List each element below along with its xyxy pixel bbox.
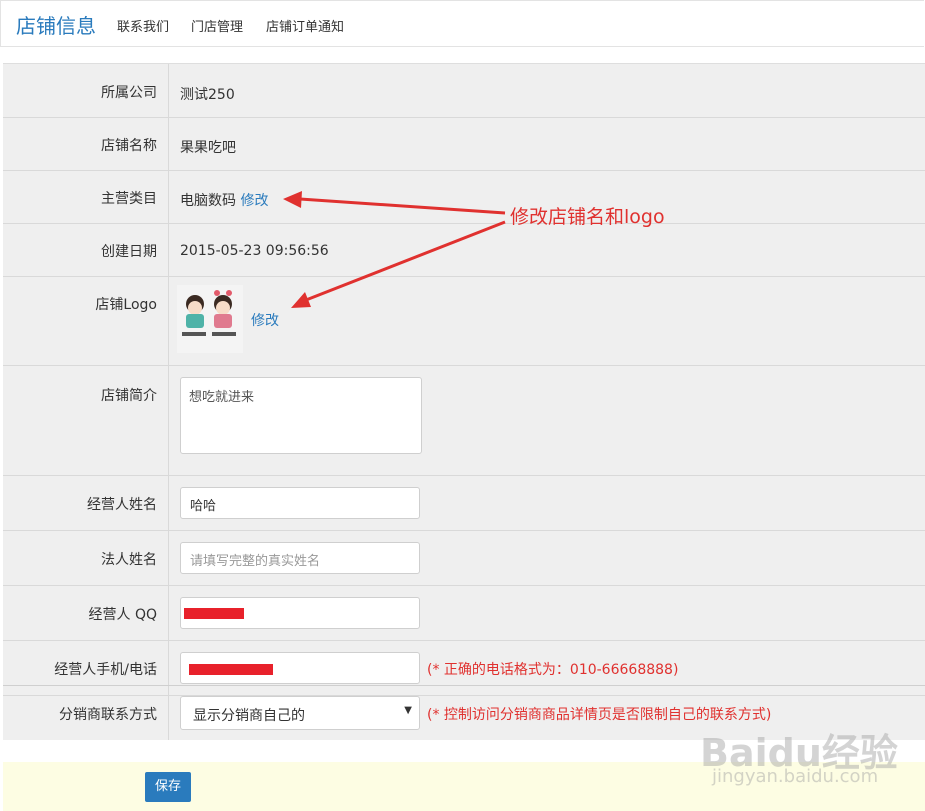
arrowhead-logo <box>291 292 311 308</box>
annotation-text: 修改店铺名和logo <box>510 206 665 228</box>
annotation-arrows <box>283 191 506 308</box>
save-button[interactable]: 保存 <box>145 772 191 802</box>
baidu-watermark-url: jingyan.baidu.com <box>712 766 879 787</box>
arrow-to-logo-edit <box>305 220 506 302</box>
arrow-to-category-edit <box>299 197 506 215</box>
arrowhead-category <box>283 191 302 208</box>
